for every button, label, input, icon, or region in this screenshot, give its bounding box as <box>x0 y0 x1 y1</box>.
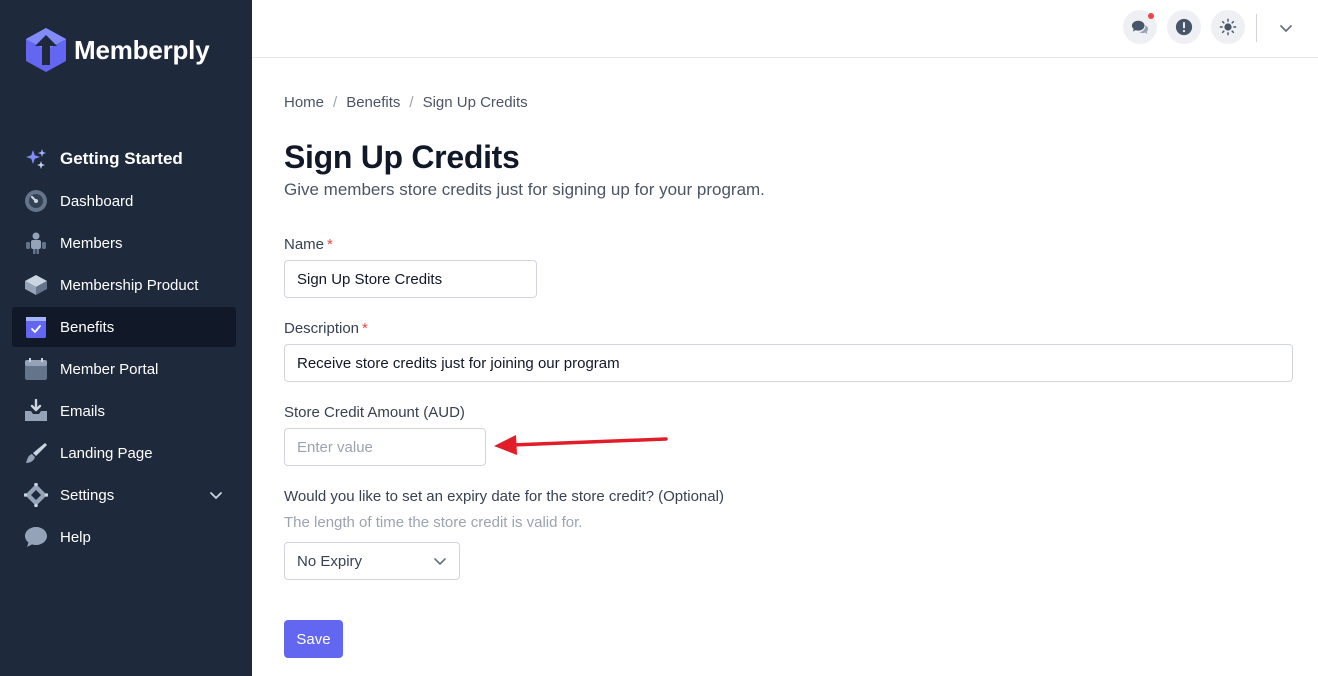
description-input[interactable] <box>284 344 1293 382</box>
sidebar-item-label: Benefits <box>60 318 115 336</box>
chevron-down-icon[interactable] <box>208 487 224 503</box>
sidebar-item-membership-product[interactable]: Membership Product <box>12 265 236 305</box>
sidebar-item-landing-page[interactable]: Landing Page <box>12 433 236 473</box>
sidebar-item-dashboard[interactable]: Dashboard <box>12 181 236 221</box>
sidebar-item-label: Member Portal <box>60 360 159 378</box>
breadcrumb-current: Sign Up Credits <box>422 94 528 111</box>
sidebar-item-label: Dashboard <box>60 192 134 210</box>
calendar-icon <box>23 356 49 382</box>
page-title: Sign Up Credits <box>284 139 520 175</box>
settings-icon <box>23 482 49 508</box>
store-credit-amount-label: Store Credit Amount (AUD) <box>284 404 465 421</box>
sidebar-item-getting-started[interactable]: Getting Started <box>12 139 236 179</box>
expiry-select-value: No Expiry <box>297 552 363 570</box>
sun-icon <box>1219 18 1237 36</box>
sidebar-nav: Getting Started Dashboard Members Member… <box>12 139 236 559</box>
name-input[interactable] <box>284 260 537 298</box>
alert-circle-icon <box>1175 18 1193 36</box>
sidebar-item-member-portal[interactable]: Member Portal <box>12 349 236 389</box>
sidebar-item-label: Landing Page <box>60 444 153 462</box>
store-credit-amount-input[interactable] <box>284 428 486 466</box>
notification-dot <box>1148 13 1154 19</box>
expiry-select[interactable]: No Expiry <box>284 542 460 580</box>
breadcrumb-benefits[interactable]: Benefits <box>346 94 400 111</box>
sidebar: Memberply Getting Started Dashboard Memb… <box>0 0 252 676</box>
breadcrumb-separator: / <box>333 94 338 111</box>
gauge-icon <box>23 188 49 214</box>
chat-icon <box>23 524 49 550</box>
sidebar-item-members[interactable]: Members <box>12 223 236 263</box>
top-bar <box>252 0 1318 58</box>
sidebar-item-label: Settings <box>60 486 115 504</box>
sidebar-item-emails[interactable]: Emails <box>12 391 236 431</box>
expiry-help-text: The length of time the store credit is v… <box>284 514 583 531</box>
save-button[interactable]: Save <box>284 620 343 658</box>
page-subtitle: Give members store credits just for sign… <box>284 180 765 199</box>
chevron-down-icon[interactable] <box>1278 20 1294 36</box>
expiry-question-label: Would you like to set an expiry date for… <box>284 488 724 505</box>
sparkles-icon <box>23 146 49 172</box>
topbar-divider <box>1256 14 1257 42</box>
chevron-down-icon <box>434 558 446 565</box>
required-marker: * <box>327 236 333 253</box>
breadcrumb-home[interactable]: Home <box>284 94 324 111</box>
app-name: Memberply <box>74 34 210 65</box>
breadcrumb-separator: / <box>409 94 414 111</box>
description-label-text: Description <box>284 320 360 337</box>
sidebar-item-label: Membership Product <box>60 276 199 294</box>
app-logo[interactable]: Memberply <box>24 26 210 74</box>
breadcrumb: Home / Benefits / Sign Up Credits <box>284 94 528 111</box>
memberply-logo-icon <box>26 28 66 72</box>
name-label-text: Name <box>284 236 325 253</box>
inbox-icon <box>23 398 49 424</box>
description-label: Description * <box>284 320 368 337</box>
sidebar-item-label: Getting Started <box>60 149 183 168</box>
users-icon <box>23 230 49 256</box>
clipboard-check-icon <box>23 314 49 340</box>
alerts-button[interactable] <box>1167 10 1201 44</box>
sidebar-item-help[interactable]: Help <box>12 517 236 557</box>
sidebar-item-settings[interactable]: Settings <box>12 475 236 515</box>
sidebar-item-label: Help <box>60 528 91 546</box>
sidebar-item-label: Emails <box>60 402 106 420</box>
cube-icon <box>23 272 49 298</box>
sidebar-item-label: Members <box>60 234 123 252</box>
theme-toggle-button[interactable] <box>1211 10 1245 44</box>
sidebar-item-benefits[interactable]: Benefits <box>12 307 236 347</box>
brush-icon <box>23 440 49 466</box>
chat-bubbles-icon <box>1131 20 1149 34</box>
name-label: Name * <box>284 236 333 253</box>
annotation-arrow-icon <box>494 435 668 455</box>
messages-button[interactable] <box>1123 10 1157 44</box>
required-marker: * <box>362 320 368 337</box>
